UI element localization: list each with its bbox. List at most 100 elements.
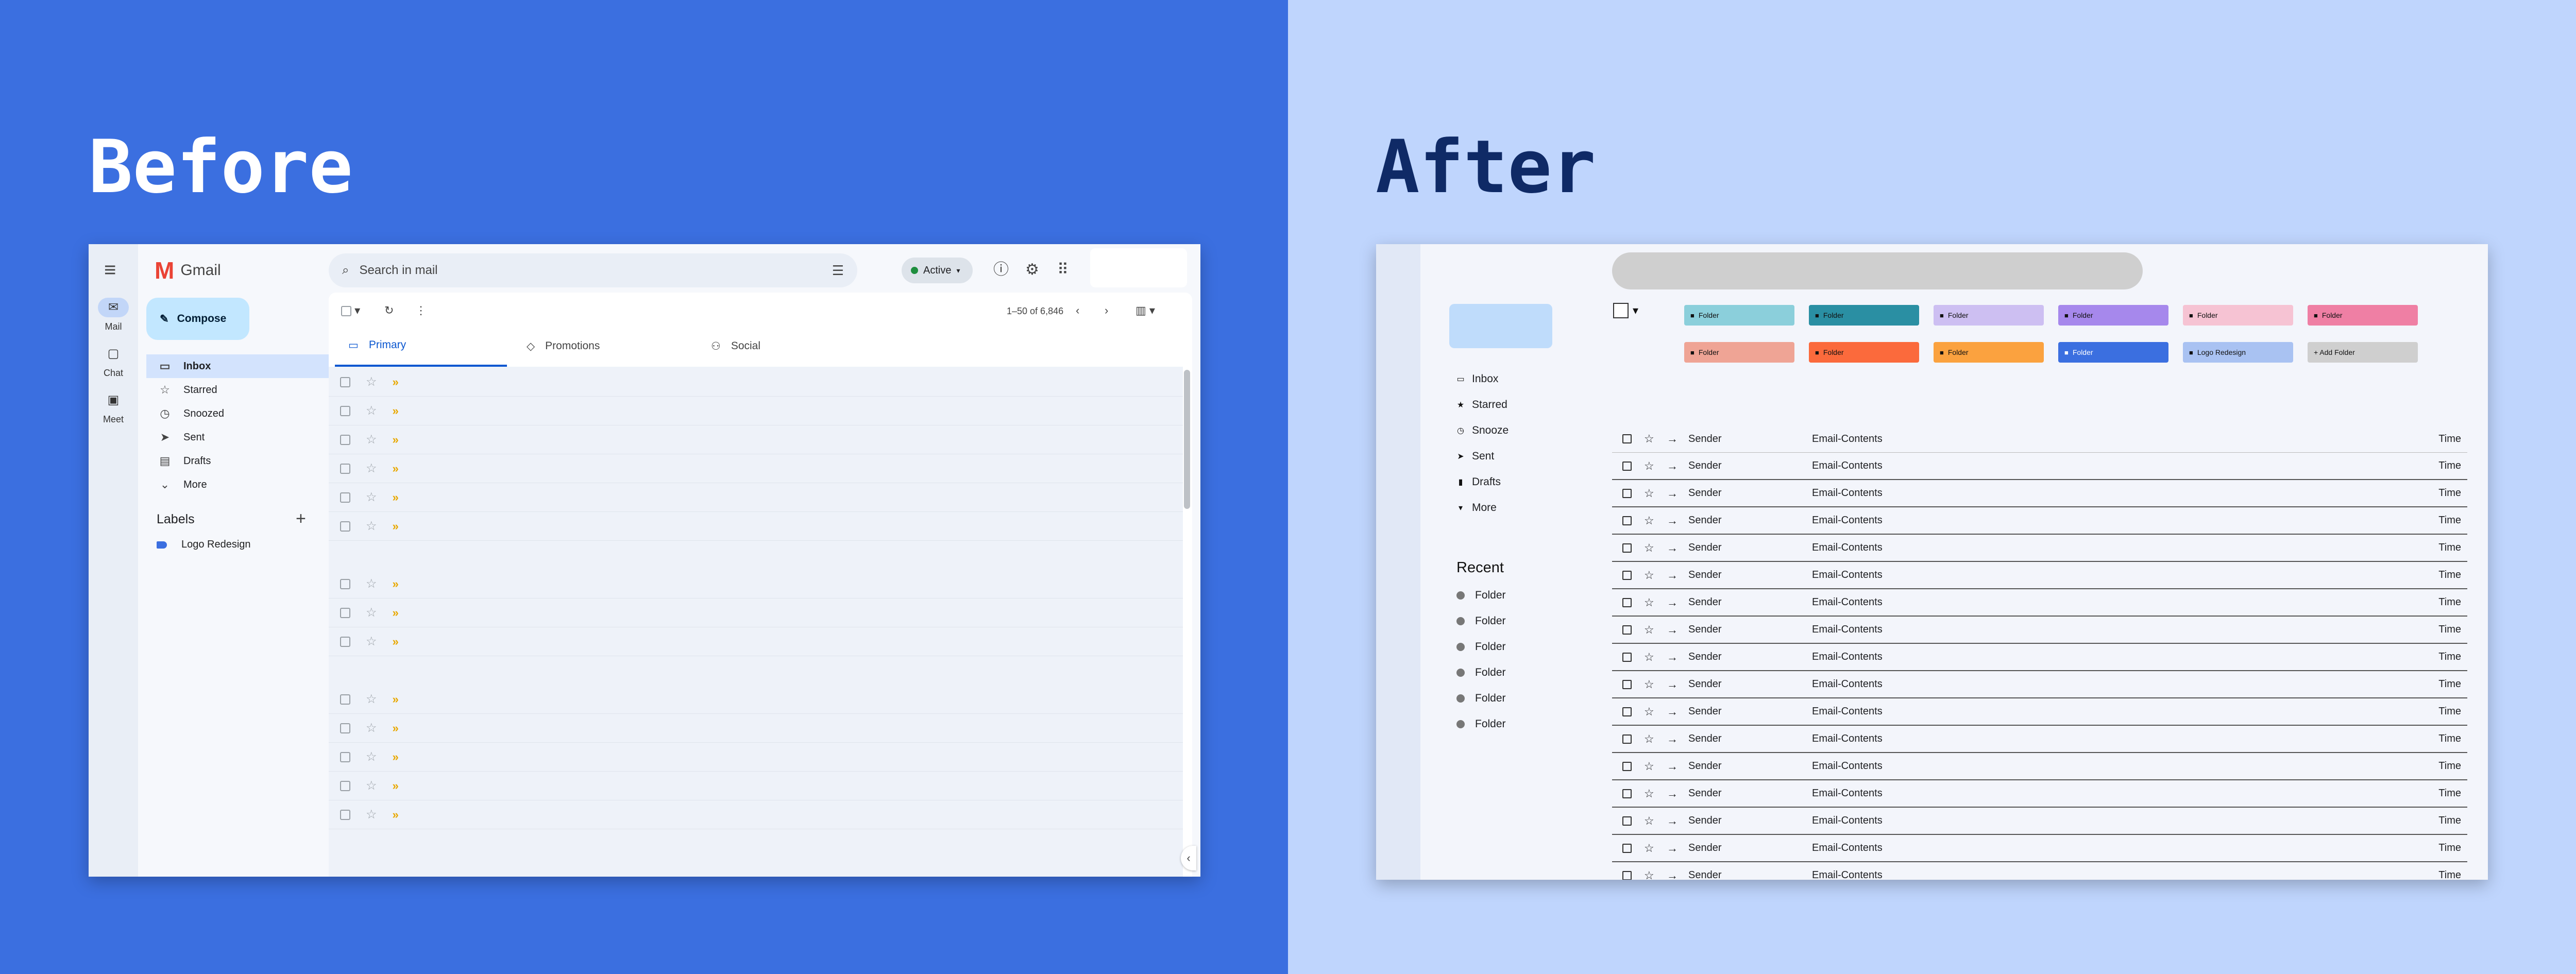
tab-promotions[interactable]: ◇ Promotions (527, 326, 600, 367)
folder-chip[interactable]: ■ Folder (2183, 305, 2293, 326)
star-icon[interactable]: ☆ (1644, 705, 1654, 719)
nav-item-inbox[interactable]: ▭ Inbox (1456, 373, 1498, 385)
search-input[interactable]: Search in mail (359, 263, 437, 278)
select-all-checkbox[interactable]: ▾ (341, 304, 360, 317)
apps-grid-icon[interactable]: ⠿ (1057, 260, 1069, 280)
search-options-icon[interactable]: ☰ (832, 263, 844, 279)
tab-social[interactable]: ⚇ Social (711, 326, 760, 367)
important-marker-icon[interactable]: » (393, 606, 399, 620)
refresh-icon[interactable]: ↻ (384, 304, 394, 317)
prev-page-icon[interactable]: ‹ (1076, 304, 1079, 317)
row-checkbox[interactable] (340, 492, 350, 503)
arrow-right-icon[interactable]: → (1667, 787, 1678, 800)
row-checkbox[interactable] (340, 521, 350, 532)
star-icon[interactable]: ☆ (1644, 678, 1654, 691)
folder-chip[interactable]: ■ Folder (1684, 342, 1794, 363)
row-checkbox[interactable] (340, 780, 350, 791)
arrow-right-icon[interactable]: → (1667, 596, 1678, 609)
star-icon[interactable]: ☆ (366, 721, 377, 736)
nav-item-starred[interactable]: ★ Starred (1456, 399, 1507, 411)
star-icon[interactable]: ☆ (1644, 814, 1654, 828)
table-row[interactable]: ☆ → Sender Email-Contents Time (1612, 535, 2467, 562)
row-checkbox[interactable] (1622, 843, 1632, 853)
star-icon[interactable]: ☆ (1644, 787, 1654, 800)
table-row[interactable]: ☆ → Sender Email-Contents Time (1612, 453, 2467, 480)
table-row[interactable]: ☆» (329, 512, 1183, 541)
nav-item-sent[interactable]: ➤ Sent (1456, 450, 1494, 463)
recent-folder[interactable]: Folder (1456, 589, 1506, 602)
table-row[interactable]: ☆ → Sender Email-Contents Time (1612, 726, 2467, 753)
table-row[interactable]: ☆ → Sender Email-Contents Time (1612, 835, 2467, 862)
table-row[interactable]: ☆ → Sender Email-Contents Time (1612, 808, 2467, 835)
row-checkbox[interactable] (1622, 679, 1632, 689)
important-marker-icon[interactable]: » (393, 462, 399, 475)
folder-chip[interactable]: ■ Folder (1934, 342, 2044, 363)
arrow-right-icon[interactable]: → (1667, 651, 1678, 664)
row-checkbox[interactable] (340, 607, 350, 618)
important-marker-icon[interactable]: » (393, 491, 399, 504)
star-icon[interactable]: ☆ (366, 519, 377, 534)
table-row[interactable]: ☆» (329, 714, 1183, 743)
table-row[interactable]: ☆ → Sender Email-Contents Time (1612, 698, 2467, 726)
table-row[interactable]: ☆» (329, 599, 1183, 627)
star-icon[interactable]: ☆ (1644, 487, 1654, 500)
add-label-icon[interactable]: + (296, 509, 306, 529)
row-checkbox[interactable] (1622, 789, 1632, 798)
table-row[interactable]: ☆» (329, 772, 1183, 800)
rail-item-mail[interactable]: ✉ Mail (89, 298, 138, 332)
row-checkbox[interactable] (340, 405, 350, 416)
important-marker-icon[interactable]: » (393, 779, 399, 793)
star-icon[interactable]: ☆ (366, 403, 377, 418)
row-checkbox[interactable] (340, 751, 350, 762)
row-checkbox[interactable] (1622, 488, 1632, 498)
star-icon[interactable]: ☆ (366, 807, 377, 822)
star-icon[interactable]: ☆ (1644, 760, 1654, 773)
important-marker-icon[interactable]: » (393, 750, 399, 764)
search-bar[interactable] (1612, 252, 2143, 289)
help-icon[interactable]: ⓘ (993, 260, 1009, 280)
star-icon[interactable]: ☆ (1644, 569, 1654, 582)
table-row[interactable]: ☆ → Sender Email-Contents Time (1612, 480, 2467, 507)
star-icon[interactable]: ☆ (1644, 432, 1654, 446)
folder-chip[interactable]: ■ Folder (2058, 305, 2168, 326)
row-checkbox[interactable] (340, 578, 350, 589)
star-icon[interactable]: ☆ (1644, 732, 1654, 746)
row-checkbox[interactable] (1622, 543, 1632, 553)
folder-chip[interactable]: ■ Folder (1934, 305, 2044, 326)
arrow-right-icon[interactable]: → (1667, 705, 1678, 719)
important-marker-icon[interactable]: » (393, 722, 399, 735)
label-item-logo-redesign[interactable]: Logo Redesign (157, 539, 251, 551)
tab-primary[interactable]: ▭ Primary (335, 326, 507, 367)
row-checkbox[interactable] (1622, 516, 1632, 525)
select-dropdown-icon[interactable]: ▾ (1633, 303, 1638, 318)
row-checkbox[interactable] (1622, 870, 1632, 880)
important-marker-icon[interactable]: » (393, 404, 399, 418)
select-all-checkbox[interactable] (1613, 303, 1629, 318)
important-marker-icon[interactable]: » (393, 577, 399, 591)
table-row[interactable]: ☆ → Sender Email-Contents Time (1612, 507, 2467, 535)
gear-icon[interactable]: ⚙ (1025, 260, 1039, 280)
table-row[interactable]: ☆» (329, 685, 1183, 714)
star-icon[interactable]: ☆ (366, 692, 377, 707)
star-icon[interactable]: ☆ (1644, 869, 1654, 880)
compose-button[interactable]: ✎ Compose (146, 298, 249, 340)
table-row[interactable]: ☆ → Sender Email-Contents Time (1612, 753, 2467, 780)
arrow-right-icon[interactable]: → (1667, 869, 1678, 880)
star-icon[interactable]: ☆ (1644, 842, 1654, 855)
star-icon[interactable]: ☆ (366, 576, 377, 591)
arrow-right-icon[interactable]: → (1667, 487, 1678, 500)
important-marker-icon[interactable]: » (393, 375, 399, 389)
row-checkbox[interactable] (1622, 761, 1632, 771)
arrow-right-icon[interactable]: → (1667, 432, 1678, 446)
star-icon[interactable]: ☆ (1644, 459, 1654, 473)
star-icon[interactable]: ☆ (366, 634, 377, 649)
arrow-right-icon[interactable]: → (1667, 814, 1678, 828)
row-checkbox[interactable] (1622, 570, 1632, 580)
arrow-right-icon[interactable]: → (1667, 623, 1678, 637)
table-row[interactable]: ☆ → Sender Email-Contents Time (1612, 862, 2467, 880)
rail-item-meet[interactable]: ▣ Meet (89, 390, 138, 425)
star-icon[interactable]: ☆ (1644, 623, 1654, 637)
folder-chip[interactable]: ■ Folder (1809, 342, 1919, 363)
row-checkbox[interactable] (340, 463, 350, 474)
folder-chip[interactable]: ■ Folder (2058, 342, 2168, 363)
